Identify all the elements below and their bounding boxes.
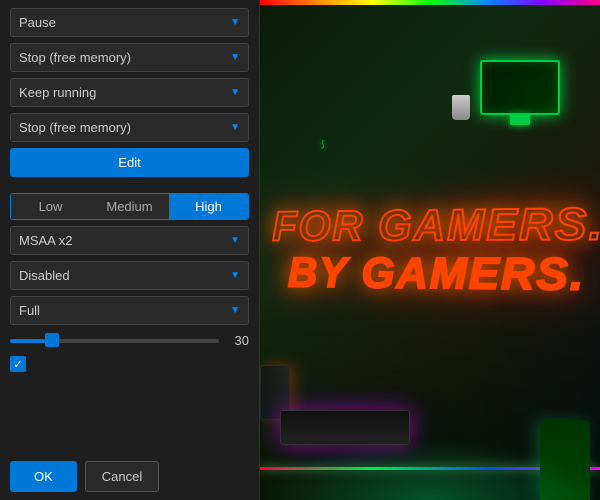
quality-medium-button[interactable]: Medium xyxy=(90,194,169,219)
monitor xyxy=(480,60,560,115)
slider-value: 30 xyxy=(227,333,249,348)
dropdown-keep-running[interactable]: Keep running ▼ xyxy=(10,78,249,107)
dropdown-msaa-arrow: ▼ xyxy=(230,235,240,246)
dropdown-disabled-arrow: ▼ xyxy=(230,270,240,281)
dropdown-full-value: Full xyxy=(19,303,40,318)
settings-panel: Pause ▼ Stop (free memory) ▼ Keep runnin… xyxy=(0,0,260,500)
dropdown-stop1-value: Stop (free memory) xyxy=(19,50,131,65)
slider-thumb[interactable] xyxy=(45,333,59,347)
dropdown-msaa-value: MSAA x2 xyxy=(19,233,72,248)
bottom-buttons: OK Cancel xyxy=(10,453,249,492)
checkbox[interactable]: ✓ xyxy=(10,356,26,372)
neon-sign: FOR GAMERS. BY GAMERS. xyxy=(272,199,600,301)
floor-glow xyxy=(260,440,600,500)
dropdown-keep-running-value: Keep running xyxy=(19,85,96,100)
neon-line2: BY GAMERS. xyxy=(272,250,600,301)
dropdown-keep-running-arrow: ▼ xyxy=(230,87,240,98)
dropdown-stop2-value: Stop (free memory) xyxy=(19,120,131,135)
dropdown-pause-arrow: ▼ xyxy=(230,17,240,28)
dropdown-pause-value: Pause xyxy=(19,15,56,30)
gaming-background-panel: FOR GAMERS. BY GAMERS. ⟆ xyxy=(260,0,600,500)
edit-button[interactable]: Edit xyxy=(10,148,249,177)
razer-logo: ⟆ xyxy=(320,140,325,150)
neon-line1: FOR GAMERS. xyxy=(272,199,600,250)
quality-high-button[interactable]: High xyxy=(169,194,248,219)
cup xyxy=(452,95,470,120)
dropdown-pause[interactable]: Pause ▼ xyxy=(10,8,249,37)
cancel-button[interactable]: Cancel xyxy=(85,461,159,492)
dropdown-full-arrow: ▼ xyxy=(230,305,240,316)
dropdown-disabled-value: Disabled xyxy=(19,268,70,283)
slider-row: 30 xyxy=(10,331,249,350)
quality-low-button[interactable]: Low xyxy=(11,194,90,219)
dropdown-stop2[interactable]: Stop (free memory) ▼ xyxy=(10,113,249,142)
dropdown-msaa[interactable]: MSAA x2 ▼ xyxy=(10,226,249,255)
dropdown-full[interactable]: Full ▼ xyxy=(10,296,249,325)
slider-track[interactable] xyxy=(10,339,219,343)
checkbox-row: ✓ xyxy=(10,356,249,372)
ok-button[interactable]: OK xyxy=(10,461,77,492)
dropdown-stop1-arrow: ▼ xyxy=(230,52,240,63)
quality-toggle: Low Medium High xyxy=(10,193,249,220)
dropdown-stop2-arrow: ▼ xyxy=(230,122,240,133)
dropdown-stop1[interactable]: Stop (free memory) ▼ xyxy=(10,43,249,72)
dropdown-disabled[interactable]: Disabled ▼ xyxy=(10,261,249,290)
